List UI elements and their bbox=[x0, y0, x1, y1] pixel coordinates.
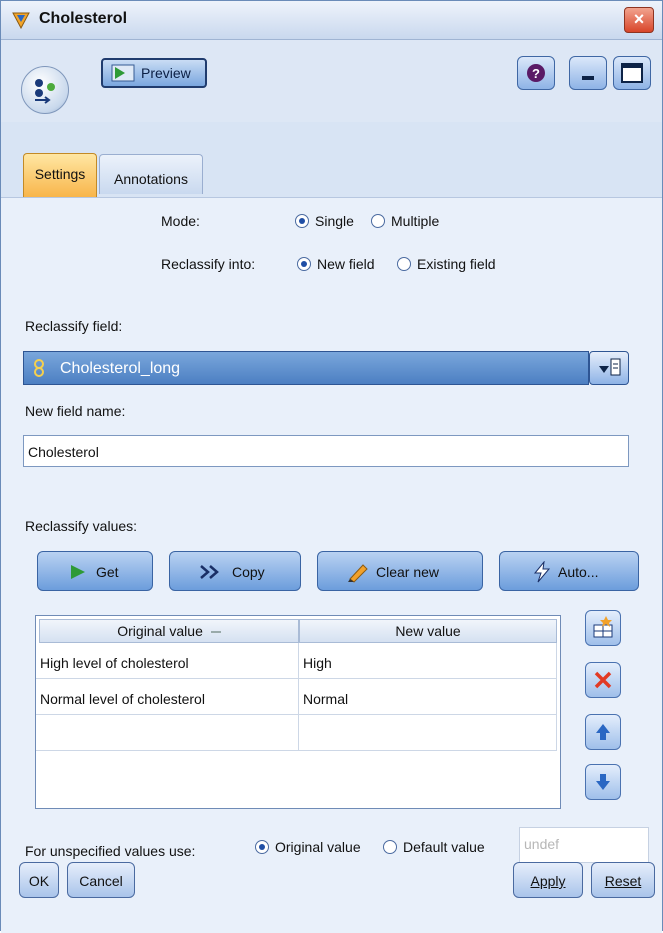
tab-annotations-label: Annotations bbox=[114, 171, 188, 187]
delete-row-button[interactable] bbox=[585, 662, 621, 698]
auto-button[interactable]: Auto... bbox=[499, 551, 639, 591]
ok-button[interactable]: OK bbox=[19, 862, 59, 898]
auto-label: Auto... bbox=[558, 564, 599, 580]
arrow-down-icon bbox=[596, 774, 610, 790]
table-cell-original[interactable]: Normal level of cholesterol bbox=[36, 679, 299, 715]
reclassify-table: Original value New value High level of c… bbox=[35, 615, 561, 809]
get-label: Get bbox=[96, 564, 119, 580]
flag-field-icon bbox=[34, 359, 44, 377]
new-field-radio[interactable] bbox=[297, 257, 311, 271]
column-header-new-label: New value bbox=[395, 623, 461, 639]
table-cell-original[interactable]: High level of cholesterol bbox=[36, 643, 299, 679]
title-bar[interactable]: Cholesterol × bbox=[1, 1, 662, 40]
mode-label: Mode: bbox=[161, 213, 200, 229]
add-rows-icon bbox=[593, 616, 613, 638]
new-field-name-label: New field name: bbox=[25, 403, 126, 419]
unspecified-values-label: For unspecified values use: bbox=[25, 843, 196, 859]
dialog-window: Cholesterol × Preview ? Settings Annotat… bbox=[0, 0, 663, 933]
default-value-input[interactable]: undef bbox=[519, 827, 649, 863]
default-value-radio[interactable] bbox=[383, 840, 397, 854]
svg-text:?: ? bbox=[532, 66, 540, 81]
new-field-label: New field bbox=[317, 256, 375, 272]
lightning-icon bbox=[533, 561, 551, 583]
arrow-up-icon bbox=[596, 724, 610, 740]
maximize-icon bbox=[621, 63, 643, 83]
maximize-button[interactable] bbox=[613, 56, 651, 90]
double-chevron-icon bbox=[200, 565, 219, 579]
play-icon bbox=[71, 565, 85, 579]
original-value-label: Original value bbox=[275, 839, 361, 855]
mode-single-label: Single bbox=[315, 213, 354, 229]
ok-label: OK bbox=[28, 873, 50, 889]
column-header-original[interactable]: Original value bbox=[39, 619, 299, 643]
preview-table-icon bbox=[111, 64, 135, 82]
new-field-name-input[interactable]: Cholesterol bbox=[23, 435, 629, 467]
cancel-label: Cancel bbox=[79, 873, 123, 889]
clear-new-label: Clear new bbox=[376, 564, 440, 580]
reclassify-into-label: Reclassify into: bbox=[161, 256, 256, 272]
sort-indicator-icon bbox=[210, 631, 221, 634]
preview-label: Preview bbox=[141, 65, 191, 81]
tab-settings-label: Settings bbox=[34, 166, 86, 182]
copy-button[interactable]: Copy bbox=[169, 551, 301, 591]
tab-annotations[interactable]: Annotations bbox=[99, 154, 203, 194]
table-cell-new[interactable] bbox=[299, 715, 557, 751]
close-button[interactable]: × bbox=[624, 7, 654, 33]
reclassify-field-value: Cholesterol_long bbox=[60, 360, 181, 377]
tab-settings[interactable]: Settings bbox=[23, 153, 97, 197]
node-diamond-icon bbox=[12, 12, 30, 29]
help-icon: ? bbox=[527, 64, 545, 82]
reset-button[interactable]: Reset bbox=[591, 862, 655, 898]
reclassify-field-label: Reclassify field: bbox=[25, 318, 123, 334]
preview-button[interactable]: Preview bbox=[101, 58, 207, 88]
apply-button[interactable]: Apply bbox=[513, 862, 583, 898]
clear-new-button[interactable]: Clear new bbox=[317, 551, 483, 591]
table-cell-new[interactable]: High bbox=[299, 643, 557, 679]
field-picker-icon bbox=[599, 358, 621, 376]
settings-panel: Mode: Single Multiple Reclassify into: N… bbox=[1, 197, 662, 933]
mode-single-radio[interactable] bbox=[295, 214, 309, 228]
delete-x-icon bbox=[594, 671, 612, 689]
reclassify-values-label: Reclassify values: bbox=[25, 518, 138, 534]
window-title: Cholesterol bbox=[39, 10, 128, 27]
close-icon: × bbox=[633, 9, 645, 29]
minimize-icon bbox=[582, 76, 594, 80]
reclassify-glyph-icon bbox=[35, 79, 55, 104]
pencil-icon bbox=[348, 564, 368, 583]
default-value-label: Default value bbox=[403, 839, 485, 855]
column-header-original-label: Original value bbox=[117, 623, 203, 639]
move-up-button[interactable] bbox=[585, 714, 621, 750]
mode-multiple-label: Multiple bbox=[391, 213, 440, 229]
apply-label: Apply bbox=[530, 873, 566, 889]
move-down-button[interactable] bbox=[585, 764, 621, 800]
cancel-button[interactable]: Cancel bbox=[67, 862, 135, 898]
reclassify-field-select[interactable]: Cholesterol_long bbox=[23, 351, 589, 385]
get-button[interactable]: Get bbox=[37, 551, 153, 591]
existing-field-label: Existing field bbox=[417, 256, 496, 272]
existing-field-radio[interactable] bbox=[397, 257, 411, 271]
help-button[interactable]: ? bbox=[517, 56, 555, 90]
copy-label: Copy bbox=[232, 564, 265, 580]
reclassify-node-icon bbox=[21, 66, 69, 114]
field-picker-button[interactable] bbox=[589, 351, 629, 385]
table-cell-new[interactable]: Normal bbox=[299, 679, 557, 715]
mode-multiple-radio[interactable] bbox=[371, 214, 385, 228]
add-row-button[interactable] bbox=[585, 610, 621, 646]
tab-strip: Settings Annotations bbox=[1, 122, 662, 198]
minimize-button[interactable] bbox=[569, 56, 607, 90]
column-header-new[interactable]: New value bbox=[299, 619, 557, 643]
table-cell-original[interactable] bbox=[36, 715, 299, 751]
reset-label: Reset bbox=[604, 873, 642, 889]
toolbar: Preview ? bbox=[1, 40, 662, 122]
original-value-radio[interactable] bbox=[255, 840, 269, 854]
